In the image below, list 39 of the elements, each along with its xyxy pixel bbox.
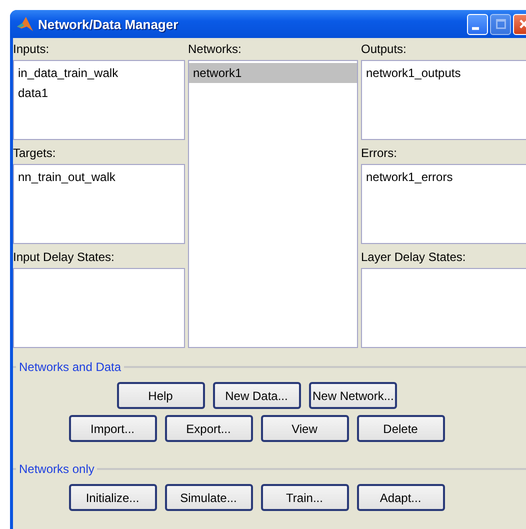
action-button[interactable]: Import... bbox=[68, 415, 156, 442]
action-button[interactable]: New Network... bbox=[308, 382, 396, 409]
list-box[interactable]: nn_train_out_walk bbox=[13, 164, 185, 244]
list-label: Networks: bbox=[188, 41, 242, 58]
list-item[interactable]: network1_errors bbox=[362, 167, 526, 187]
action-button[interactable]: Help bbox=[116, 382, 204, 409]
list-box[interactable]: network1_errors bbox=[361, 164, 526, 244]
action-button[interactable]: Initialize... bbox=[68, 484, 156, 511]
maximize-icon bbox=[494, 18, 506, 30]
minimize-button[interactable] bbox=[467, 14, 488, 34]
list-item[interactable]: network1 bbox=[189, 63, 357, 83]
list-label: Layer Delay States: bbox=[361, 249, 467, 266]
action-button[interactable]: Adapt... bbox=[356, 484, 444, 511]
minimize-icon bbox=[472, 27, 479, 30]
action-button[interactable]: Simulate... bbox=[164, 484, 252, 511]
action-button[interactable]: Delete bbox=[356, 415, 444, 442]
close-icon bbox=[518, 18, 526, 30]
action-button[interactable]: Train... bbox=[260, 484, 348, 511]
list-item[interactable]: network1_outputs bbox=[362, 63, 526, 83]
list-label: Targets: bbox=[13, 145, 57, 162]
action-button[interactable]: Export... bbox=[164, 415, 252, 442]
list-item[interactable]: data1 bbox=[14, 83, 184, 103]
list-item[interactable]: in_data_train_walk bbox=[14, 63, 184, 83]
list-box[interactable] bbox=[13, 268, 185, 348]
group-title: Networks and Data bbox=[18, 360, 122, 374]
list-box[interactable] bbox=[361, 268, 526, 348]
peak-logo-icon bbox=[16, 16, 34, 32]
list-box[interactable]: network1 bbox=[188, 60, 358, 348]
list-box[interactable]: in_data_train_walk data1 bbox=[13, 60, 185, 140]
action-button[interactable]: View bbox=[260, 415, 348, 442]
group-title: Networks only bbox=[18, 462, 96, 476]
list-item[interactable]: nn_train_out_walk bbox=[14, 167, 184, 187]
list-label: Inputs: bbox=[13, 41, 50, 58]
list-label: Outputs: bbox=[361, 41, 408, 58]
list-label: Errors: bbox=[361, 145, 398, 162]
action-button[interactable]: New Data... bbox=[212, 382, 300, 409]
window-title: Network/Data Manager bbox=[38, 16, 178, 32]
list-label: Input Delay States: bbox=[13, 249, 116, 266]
list-box[interactable]: network1_outputs bbox=[361, 60, 526, 140]
